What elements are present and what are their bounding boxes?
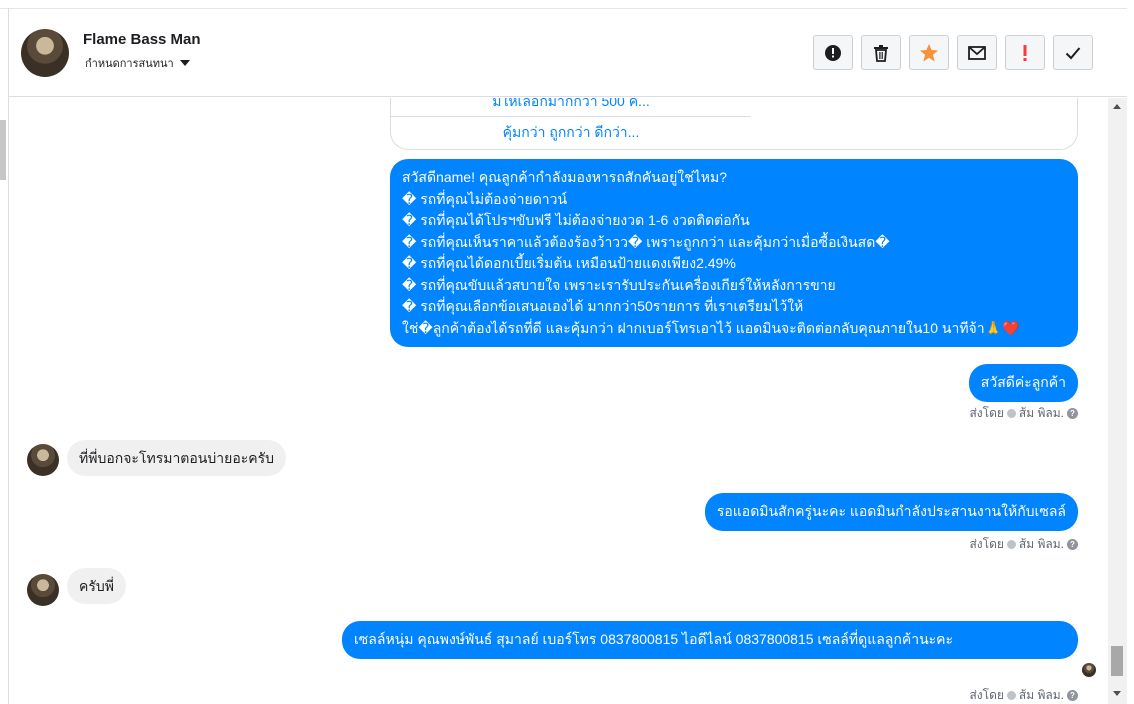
mark-unread-button[interactable] <box>957 35 997 70</box>
outgoing-message[interactable]: สวัสดีค่ะลูกค้า <box>968 364 1078 402</box>
conversation-settings-label: กำหนดการสนทนา <box>85 57 174 70</box>
spam-button[interactable] <box>813 35 853 70</box>
avatar[interactable] <box>27 444 59 476</box>
incoming-message[interactable]: ที่พี่บอกจะโทรมาตอนบ่ายอะครับ <box>67 440 287 476</box>
generic-template-card: มีให้เลือกมากกว่า 500 คั... คุ้มกว่า ถูก… <box>390 98 1078 150</box>
exclamation-icon <box>1023 44 1027 61</box>
messenger-window: Flame Bass Man กำหนดการสนทนา มีให้เลือกม… <box>0 0 1134 704</box>
action-toolbar <box>813 35 1093 70</box>
outgoing-message[interactable]: สวัสดีname! คุณลูกค้ากำลังมองหารถสักคันอ… <box>390 159 1078 347</box>
sender-name: ส้ม พิลม. <box>1018 537 1064 551</box>
sent-by-label: ส่งโดย ส้ม พิลม. ? <box>969 404 1078 423</box>
help-icon[interactable]: ? <box>1067 690 1078 701</box>
pray-heart-emoji: 🙏❤️ <box>984 319 1020 336</box>
delete-button[interactable] <box>861 35 901 70</box>
card-divider <box>391 116 751 117</box>
sender-name: ส้ม พิลม. <box>1018 688 1064 702</box>
trash-icon <box>874 44 888 62</box>
check-icon <box>1006 540 1016 549</box>
message-line: � รถที่คุณไม่ต้องจ่ายดาวน์ <box>402 190 568 207</box>
contact-name[interactable]: Flame Bass Man <box>83 31 201 48</box>
vertical-scrollbar[interactable] <box>1108 98 1127 704</box>
message-line: � รถที่คุณเลือกข้อเสนอเองได้ มากกว่า50รา… <box>402 298 804 314</box>
caret-down-icon <box>179 60 190 66</box>
message-thread[interactable]: มีให้เลือกมากกว่า 500 คั... คุ้มกว่า ถูก… <box>9 98 1108 704</box>
mark-done-button[interactable] <box>1053 35 1093 70</box>
avatar[interactable] <box>21 29 69 77</box>
sent-by-prefix: ส่งโดย <box>969 537 1004 551</box>
avatar[interactable] <box>27 574 59 606</box>
sent-by-label: ส่งโดย ส้ม พิลม. ? <box>969 535 1078 554</box>
card-button-2[interactable]: คุ้มกว่า ถูกกว่า ดีกว่า... <box>391 122 751 144</box>
message-line: สวัสดีname! คุณลูกค้ากำลังมองหารถสักคันอ… <box>402 169 727 185</box>
star-button[interactable] <box>909 35 949 70</box>
conversation-settings-dropdown[interactable]: กำหนดการสนทนา <box>85 54 190 72</box>
flag-button[interactable] <box>1005 35 1045 70</box>
outgoing-message[interactable]: เซลล์หนุ่ม คุณพงษ์พันธ์ สุมาลย์ เบอร์โทร… <box>342 621 1078 659</box>
help-icon[interactable]: ? <box>1067 539 1078 550</box>
star-icon <box>920 43 938 61</box>
check-icon <box>1006 409 1016 418</box>
sent-by-label: ส่งโดย ส้ม พิลม. ? <box>969 686 1078 704</box>
scroll-down-icon[interactable] <box>1113 691 1121 696</box>
incoming-message[interactable]: ครับพี่ <box>67 568 126 604</box>
conversation-header: Flame Bass Man กำหนดการสนทนา <box>9 9 1127 97</box>
left-scroll-indicator <box>0 120 6 180</box>
alert-circle-icon <box>825 44 841 61</box>
check-icon <box>1006 691 1016 700</box>
seen-avatar <box>1082 663 1096 677</box>
message-text: ใช่�ลูกค้าต้องได้รถที่ดี และคุ้มกว่า ฝาก… <box>402 319 985 336</box>
card-button-1[interactable]: มีให้เลือกมากกว่า 500 คั... <box>391 98 751 113</box>
message-line: � รถที่คุณขับแล้วสบายใจ เพราะเรารับประกั… <box>402 276 836 293</box>
message-line: � รถที่คุณได้ดอกเบี้ยเริ่มต้น เหมือนป้าย… <box>402 255 736 271</box>
scrollbar-thumb[interactable] <box>1111 646 1123 676</box>
message-line: � รถที่คุณได้โปรฯขับฟรี ไม่ต้องจ่ายงวด 1… <box>402 212 750 228</box>
sent-by-prefix: ส่งโดย <box>969 688 1004 702</box>
message-line: � รถที่คุณเห็นราคาแล้วต้องร้องว้าวว� เพร… <box>402 233 890 250</box>
sender-name: ส้ม พิลม. <box>1018 406 1064 420</box>
scroll-up-icon[interactable] <box>1113 104 1121 109</box>
help-icon[interactable]: ? <box>1067 408 1078 419</box>
sent-by-prefix: ส่งโดย <box>969 406 1004 420</box>
message-line: ใช่�ลูกค้าต้องได้รถที่ดี และคุ้มกว่า ฝาก… <box>402 318 1066 340</box>
check-icon <box>1065 46 1081 59</box>
outgoing-message[interactable]: รอแอดมินสักครู่นะคะ แอดมินกำลังประสานงาน… <box>704 493 1078 531</box>
envelope-icon <box>968 45 986 60</box>
